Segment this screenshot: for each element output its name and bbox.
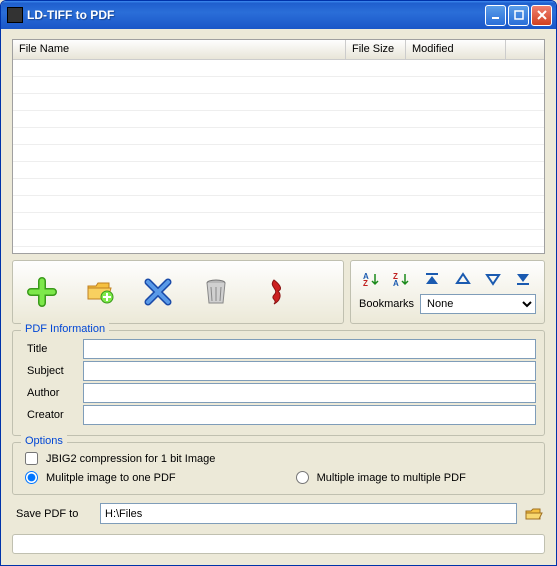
table-body[interactable] [13, 60, 544, 253]
move-up-icon [455, 272, 471, 286]
jbig2-label: JBIG2 compression for 1 bit Image [46, 453, 215, 465]
author-label: Author [21, 387, 83, 399]
move-up-button[interactable] [452, 270, 474, 288]
table-row [13, 230, 544, 247]
pdf-icon [260, 277, 288, 307]
x-icon [143, 277, 173, 307]
table-row [13, 145, 544, 162]
title-label: Title [21, 343, 83, 355]
minimize-icon [491, 10, 501, 20]
file-list-table[interactable]: File Name File Size Modified [12, 39, 545, 254]
table-row [13, 179, 544, 196]
title-bar[interactable]: LD-TIFF to PDF [1, 1, 556, 29]
maximize-button[interactable] [508, 5, 529, 26]
creator-field[interactable] [83, 405, 536, 425]
convert-button[interactable] [259, 277, 289, 307]
save-path-field[interactable] [100, 503, 517, 524]
table-row [13, 77, 544, 94]
status-bar [12, 534, 545, 554]
multi-multi-label: Multiple image to multiple PDF [317, 472, 466, 484]
svg-text:Z: Z [363, 279, 368, 287]
column-file-name[interactable]: File Name [13, 40, 346, 59]
remove-button[interactable] [143, 277, 173, 307]
column-file-size[interactable]: File Size [346, 40, 406, 59]
jbig2-option[interactable]: JBIG2 compression for 1 bit Image [25, 452, 215, 465]
multi-one-label: Mulitple image to one PDF [46, 472, 176, 484]
multi-multi-radio[interactable] [296, 471, 309, 484]
options-legend: Options [21, 435, 67, 447]
maximize-icon [514, 10, 524, 20]
move-top-button[interactable] [421, 270, 443, 288]
sort-desc-button[interactable]: Z A [391, 270, 413, 288]
move-top-icon [424, 272, 440, 286]
app-icon [7, 7, 23, 23]
creator-label: Creator [21, 409, 83, 421]
author-field[interactable] [83, 383, 536, 403]
move-down-icon [485, 272, 501, 286]
svg-text:A: A [393, 279, 399, 287]
multi-one-radio[interactable] [25, 471, 38, 484]
table-header: File Name File Size Modified [13, 40, 544, 60]
bookmarks-label: Bookmarks [359, 298, 414, 310]
add-file-button[interactable] [27, 277, 57, 307]
pdf-info-group: PDF Information Title Subject Author Cre… [12, 330, 545, 436]
app-window: LD-TIFF to PDF File Name File Size Modif… [0, 0, 557, 566]
minimize-button[interactable] [485, 5, 506, 26]
folder-open-icon [525, 506, 543, 522]
jbig2-checkbox[interactable] [25, 452, 38, 465]
bookmarks-select[interactable]: None [420, 294, 536, 314]
subject-field[interactable] [83, 361, 536, 381]
table-row [13, 94, 544, 111]
table-row [13, 111, 544, 128]
trash-icon [202, 277, 230, 307]
move-bottom-icon [515, 272, 531, 286]
add-folder-button[interactable] [85, 277, 115, 307]
toolbar-sort: A Z Z A [350, 260, 545, 324]
table-row [13, 213, 544, 230]
move-bottom-button[interactable] [512, 270, 534, 288]
table-row [13, 128, 544, 145]
toolbar-main [12, 260, 344, 324]
title-field[interactable] [83, 339, 536, 359]
sort-az-icon: A Z [363, 271, 381, 287]
browse-button[interactable] [523, 503, 545, 524]
plus-icon [27, 277, 57, 307]
save-pdf-label: Save PDF to [12, 508, 94, 520]
column-spacer [506, 40, 544, 59]
move-down-button[interactable] [482, 270, 504, 288]
column-modified[interactable]: Modified [406, 40, 506, 59]
multi-multi-option[interactable]: Multiple image to multiple PDF [296, 471, 466, 484]
options-group: Options JBIG2 compression for 1 bit Imag… [12, 442, 545, 495]
window-title: LD-TIFF to PDF [27, 8, 485, 22]
folder-plus-icon [85, 277, 115, 307]
sort-asc-button[interactable]: A Z [361, 270, 383, 288]
sort-za-icon: Z A [393, 271, 411, 287]
table-row [13, 196, 544, 213]
multi-one-option[interactable]: Mulitple image to one PDF [25, 471, 176, 484]
table-row [13, 162, 544, 179]
close-icon [537, 10, 547, 20]
subject-label: Subject [21, 365, 83, 377]
table-row [13, 60, 544, 77]
pdf-info-legend: PDF Information [21, 323, 109, 335]
clear-button[interactable] [201, 277, 231, 307]
close-button[interactable] [531, 5, 552, 26]
